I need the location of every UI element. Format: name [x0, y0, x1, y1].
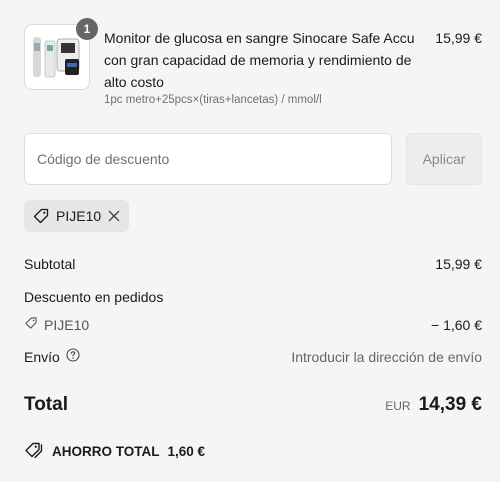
savings-tags-icon	[24, 441, 44, 462]
order-discount-label: Descuento en pedidos	[24, 289, 164, 305]
order-discount-row: Descuento en pedidos	[24, 289, 482, 305]
subtotal-row: Subtotal 15,99 €	[24, 256, 482, 272]
subtotal-label: Subtotal	[24, 256, 76, 272]
tag-icon	[32, 207, 50, 225]
quantity-badge: 1	[76, 18, 98, 40]
savings-label: AHORRO TOTAL	[52, 444, 160, 459]
total-label: Total	[24, 394, 68, 415]
applied-discount-code: PIJE10	[56, 208, 102, 224]
currency-code: EUR	[385, 399, 411, 413]
total-value: 14,39 €	[418, 394, 482, 415]
shipping-label-group: Envío	[24, 348, 80, 365]
shipping-label: Envío	[24, 348, 60, 365]
shipping-value: Introducir la dirección de envío	[291, 348, 482, 365]
discount-code-input[interactable]	[24, 133, 392, 185]
total-amount-group: EUR 14,39 €	[385, 394, 482, 416]
applied-discount-chip: PIJE10	[24, 200, 129, 232]
close-icon[interactable]	[107, 209, 121, 223]
discount-code-line: PIJE10	[24, 316, 89, 333]
savings-value: 1,60 €	[167, 444, 206, 459]
shipping-row: Envío Introducir la dirección de envío	[24, 348, 482, 365]
total-savings: AHORRO TOTAL 1,60 €	[24, 441, 205, 462]
apply-discount-button[interactable]: Aplicar	[406, 133, 482, 185]
discount-code-text: PIJE10	[44, 316, 90, 333]
product-variant: 1pc metro+25pcs×(tiras+lancetas) / mmol/…	[104, 94, 322, 106]
discount-value: − 1,60 €	[431, 316, 482, 333]
cart-line-item: 1 Monitor de glucosa en sangre Sinocare …	[24, 18, 482, 114]
info-icon[interactable]	[66, 348, 80, 365]
product-title: Monitor de glucosa en sangre Sinocare Sa…	[104, 30, 415, 90]
product-price: 15,99 €	[435, 30, 482, 46]
discount-code-row: PIJE10 − 1,60 €	[24, 316, 482, 333]
subtotal-value: 15,99 €	[435, 256, 482, 272]
tag-icon	[24, 316, 38, 333]
total-row: Total EUR 14,39 €	[24, 394, 482, 416]
